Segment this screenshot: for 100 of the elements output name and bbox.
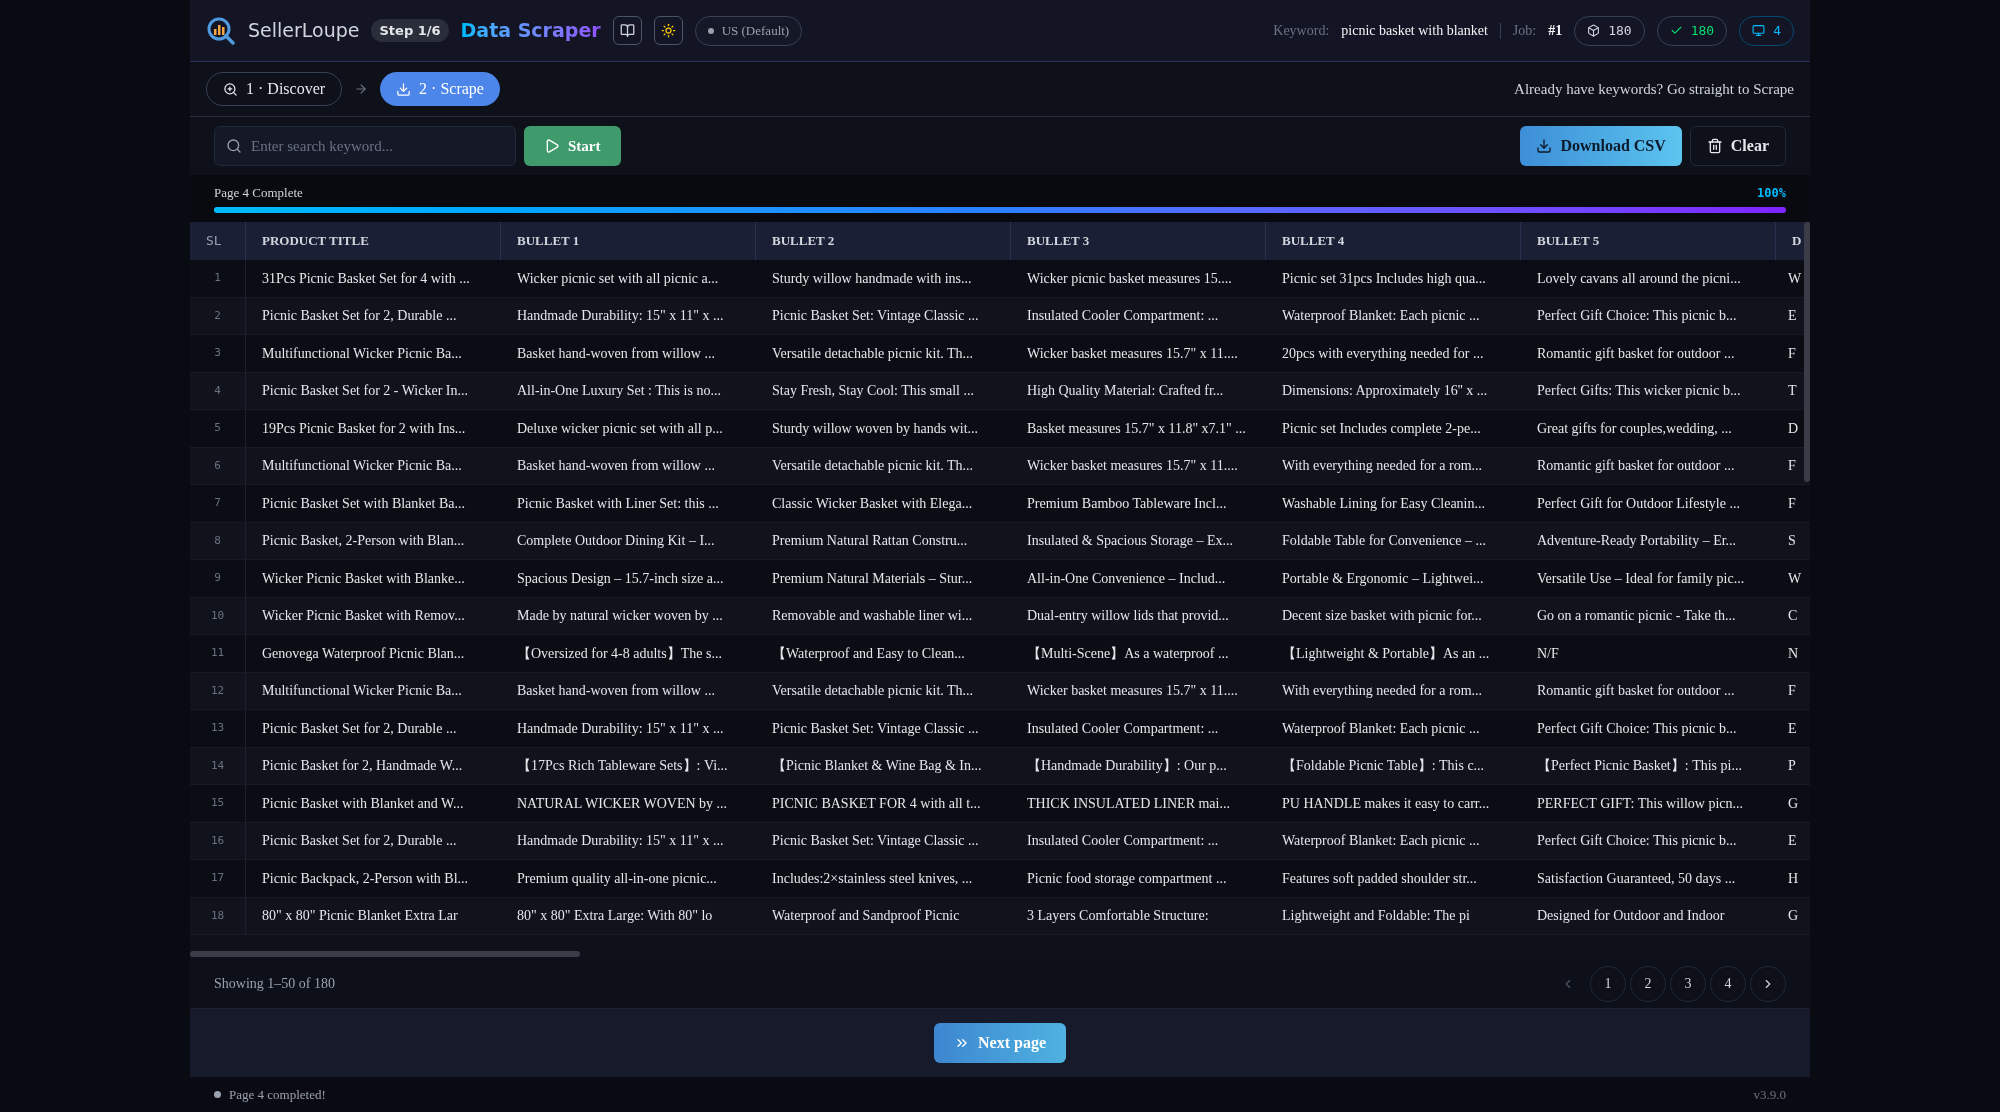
table-cell-text: Insulated Cooler Compartment: ...: [1027, 307, 1219, 326]
table-cell-text: Basket hand-woven from willow ...: [517, 682, 715, 701]
row-number: 4: [214, 382, 221, 399]
table-cell-text: Wicker basket measures 15.7" x 11....: [1027, 682, 1238, 701]
column-header[interactable]: BULLET 2: [772, 231, 835, 251]
column-header[interactable]: D: [1792, 231, 1802, 251]
download-csv-button[interactable]: Download CSV: [1520, 126, 1682, 166]
table-cell-text: 80" x 80" Picnic Blanket Extra Lar: [262, 907, 458, 926]
table-cell-text: G: [1788, 907, 1799, 926]
table-cell-text: Perfect Gift Choice: This picnic b...: [1537, 307, 1737, 326]
search-field[interactable]: Enter search keyword...: [214, 126, 516, 166]
table-cell-text: Dimensions: Approximately 16'' x ...: [1282, 382, 1488, 401]
table-cell-text: Features soft padded shoulder str...: [1282, 869, 1477, 888]
table-cell-text: Versatile detachable picnic kit. Th...: [772, 344, 974, 363]
table-cell-text: F: [1788, 344, 1796, 363]
table-cell-text: 【Picnic Blanket & Wine Bag & In...: [772, 757, 982, 776]
table-cell-text: Sturdy willow handmade with ins...: [772, 269, 972, 288]
table-cell-text: Picnic Basket, 2-Person with Blan...: [262, 532, 465, 551]
table-cell-text: Wicker Picnic Basket with Remov...: [262, 607, 465, 626]
table-cell-text: F: [1788, 494, 1796, 513]
table-cell-text: Washable Lining for Easy Cleanin...: [1282, 494, 1485, 513]
horizontal-scrollbar[interactable]: [190, 951, 580, 957]
table-cell-text: Designed for Outdoor and Indoor: [1537, 907, 1725, 926]
table-cell-text: PU HANDLE makes it easy to carr...: [1282, 794, 1490, 813]
book-button[interactable]: [612, 16, 642, 45]
table-cell-text: Great gifts for couples,wedding, ...: [1537, 419, 1732, 438]
table-cell-text: Insulated & Spacious Storage – Ex...: [1027, 532, 1234, 551]
logo-icon: [206, 15, 236, 46]
book-icon: [619, 23, 635, 38]
table-cell-text: Spacious Design – 15.7-inch size a...: [517, 569, 724, 588]
row-number: 18: [210, 907, 225, 924]
table-cell-text: Wicker picnic basket measures 15....: [1027, 269, 1232, 288]
table-cell-text: 【Handmade Durability】: Our p...: [1027, 757, 1227, 776]
table-cell-text: Insulated Cooler Compartment: ...: [1027, 832, 1219, 851]
table-cell-text: T: [1788, 382, 1797, 401]
cube-icon: [1587, 24, 1601, 37]
table-cell-text: Versatile detachable picnic kit. Th...: [772, 457, 974, 476]
column-header[interactable]: BULLET 4: [1282, 231, 1345, 251]
steps-hint: Already have keywords? Go straight to Scrape: [1514, 79, 1794, 99]
table-cell-text: Wicker basket measures 15.7" x 11....: [1027, 344, 1238, 363]
table-cell-text: Foldable Table for Convenience – ...: [1282, 532, 1487, 551]
row-number: 5: [214, 420, 221, 436]
table-cell-text: Insulated Cooler Compartment: ...: [1027, 719, 1219, 738]
table-cell-text: Waterproof and Sandproof Picnic: [772, 907, 960, 926]
table-cell-text: Classic Wicker Basket with Elega...: [772, 494, 973, 513]
row-number: 2: [214, 307, 221, 324]
column-header[interactable]: PRODUCT TITLE: [262, 231, 369, 251]
theme-button[interactable]: [653, 16, 683, 45]
table-cell-text: S: [1788, 532, 1796, 551]
table-cell-text: D: [1788, 419, 1799, 438]
arrow-icon: [354, 82, 369, 96]
row-number: 3: [214, 345, 221, 361]
play-icon: [544, 138, 560, 154]
table-cell-text: Picnic Basket Set: Vintage Classic ...: [772, 832, 979, 851]
table-cell-text: Waterproof Blanket: Each picnic ...: [1282, 832, 1480, 851]
table-cell-text: Adventure-Ready Portability – Er...: [1537, 532, 1737, 551]
table-cell-text: Basket hand-woven from willow ...: [517, 457, 715, 476]
keyword-label: Keyword:: [1273, 22, 1330, 40]
row-number: 10: [210, 607, 225, 624]
progress-label: Page 4 Complete: [214, 184, 303, 202]
table-cell-text: 31Pcs Picnic Basket Set for 4 with ...: [262, 269, 470, 288]
table-cell-text: Lovely cavans all around the picni...: [1537, 269, 1741, 288]
table-cell-text: P: [1788, 757, 1796, 776]
vertical-scrollbar[interactable]: [1804, 222, 1810, 482]
table-cell-text: 3 Layers Comfortable Structure:: [1027, 907, 1209, 926]
table-cell-text: Lightweight and Foldable: The pi: [1282, 907, 1470, 926]
results-summary: Showing 1–50 of 180: [214, 975, 335, 993]
table-cell-text: Picnic food storage compartment ...: [1027, 869, 1227, 888]
table-cell-text: 【Lightweight & Portable】As an ...: [1282, 644, 1490, 663]
column-header[interactable]: BULLET 1: [517, 231, 580, 251]
check-icon: [1669, 24, 1683, 37]
table-cell-text: Multifunctional Wicker Picnic Ba...: [262, 457, 462, 476]
clear-button[interactable]: Clear: [1689, 126, 1786, 166]
table-cell-text: Wicker picnic set with all picnic a...: [517, 269, 719, 288]
table-cell-text: Stay Fresh, Stay Cool: This small ...: [772, 382, 974, 401]
table-cell-text: Picnic set Includes complete 2-pe...: [1282, 419, 1481, 438]
table-cell-text: W: [1788, 269, 1802, 288]
trash-icon: [1706, 138, 1723, 154]
job-label: Job:: [1512, 22, 1537, 40]
step-tab[interactable]: 2 · Scrape: [380, 72, 500, 106]
step-badge: Step 1/6: [371, 18, 449, 43]
table-cell-text: All-in-One Convenience – Includ...: [1027, 569, 1226, 588]
table-cell-text: Versatile Use – Ideal for family pic...: [1537, 569, 1745, 588]
table-cell-text: Multifunctional Wicker Picnic Ba...: [262, 344, 462, 363]
table-cell-text: High Quality Material: Crafted fr...: [1027, 382, 1224, 401]
row-number: 1: [214, 270, 221, 286]
table-cell-text: Made by natural wicker woven by ...: [517, 607, 723, 626]
table-cell-text: Picnic Basket Set for 2, Durable ...: [262, 719, 457, 738]
column-header[interactable]: SL: [206, 231, 222, 251]
table-cell-text: Handmade Durability: 15" x 11" x ...: [517, 832, 724, 851]
table-cell-text: Waterproof Blanket: Each picnic ...: [1282, 719, 1480, 738]
sun-icon: [660, 23, 676, 38]
row-number: 8: [214, 532, 221, 549]
table-cell-text: Perfect Gifts: This wicker picnic b...: [1537, 382, 1741, 401]
column-header[interactable]: BULLET 3: [1027, 231, 1090, 251]
region-selector[interactable]: US (Default): [694, 15, 803, 46]
table-cell-text: Handmade Durability: 15" x 11" x ...: [517, 719, 724, 738]
table-cell-text: Picnic Basket Set: Vintage Classic ...: [772, 307, 979, 326]
column-header[interactable]: BULLET 5: [1537, 231, 1600, 251]
download-icon: [1536, 138, 1553, 154]
